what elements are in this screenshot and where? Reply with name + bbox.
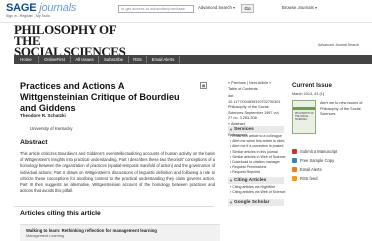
citing-article-source: Management Learning <box>26 234 64 238</box>
pdf-icon[interactable]: ▤ <box>200 82 207 89</box>
nav-all-issues[interactable]: All Issues <box>71 56 99 63</box>
nav-rss[interactable]: RSS <box>129 56 147 63</box>
google-scholar-heading[interactable]: ▼ Google Scholar <box>228 199 284 206</box>
citing-articles-section-heading[interactable]: ▼ Citing Articles <box>228 177 284 184</box>
nav-email-alerts[interactable]: Email Alerts <box>147 56 180 63</box>
main-nav: Home OnlineFirst All Issues Subscribe RS… <box>14 55 372 64</box>
chevron-down-icon: ▾ <box>233 5 236 10</box>
collapse-triangle-icon: ▼ <box>229 127 233 132</box>
services-list: ▪ Email this article to a colleague ▪ Al… <box>230 134 286 176</box>
journal-cover-image[interactable]: PHILOSOPHY OF THE SOCIAL SCIENCES <box>292 100 316 134</box>
rss-feed-link[interactable]: RSS feed <box>292 174 370 183</box>
advanced-search-label: Advanced Search <box>198 5 232 10</box>
nav-home[interactable]: Home <box>14 56 39 63</box>
nav-onlinefirst[interactable]: OnlineFirst <box>39 56 71 63</box>
services-heading-label: Services <box>234 127 254 132</box>
masthead-line-1: PHILOSOPHY OF THE <box>14 22 116 48</box>
search-go-button[interactable]: Go <box>241 4 254 13</box>
email-alerts-link[interactable]: Email Alerts <box>292 165 370 174</box>
author-affiliation: University of Kentucky <box>30 126 73 131</box>
email-icon <box>292 167 297 172</box>
services-heading[interactable]: ▼ Services <box>228 126 284 133</box>
citing-article-title[interactable]: Walking to learn: Rethinking reflection … <box>26 228 157 233</box>
citing-article-item[interactable]: Walking to learn: Rethinking reflection … <box>20 224 220 241</box>
collapse-triangle-icon: ▼ <box>229 178 233 183</box>
search-input[interactable]: to get access to subscribe/purchase <box>118 5 194 13</box>
browse-journals-label: Browse Journals <box>282 5 314 10</box>
top-bar: SAGE journals Sign in - Register - My To… <box>0 0 372 23</box>
abstract-text: This article criticizes Bourdieu's and G… <box>20 151 215 194</box>
free-sample-link[interactable]: Free Sample Copy <box>292 156 370 165</box>
current-issue-heading: Current Issue <box>292 82 332 89</box>
citing-articles-heading: Articles citing this article <box>20 210 101 217</box>
nav-subscribe[interactable]: Subscribe <box>99 56 129 63</box>
journal-links: Submit a Manuscript Free Sample Copy Ema… <box>292 147 370 183</box>
collapse-triangle-icon: ▼ <box>229 200 233 205</box>
rss-icon <box>292 176 297 181</box>
abstract-heading: Abstract <box>20 139 48 146</box>
article-title: Practices and Actions A Wittgensteinian … <box>20 81 180 113</box>
current-issue-date[interactable]: March 2013, 43 (1) <box>292 92 324 96</box>
submit-manuscript-link[interactable]: Submit a Manuscript <box>292 147 370 156</box>
account-links[interactable]: Sign in - Register - My Tools <box>6 14 50 18</box>
citing-heading-label: Citing Articles <box>234 178 267 183</box>
logo-main-text: SAGE <box>6 2 37 14</box>
advanced-journal-search-link[interactable]: Advanced Journal Search <box>318 43 359 47</box>
advanced-search-dropdown[interactable]: Advanced Search ▾ <box>198 5 235 10</box>
issue-alert-promo[interactable]: Alert me to new issues of Philosophy of … <box>320 101 370 118</box>
cover-band <box>293 107 315 110</box>
toc-link[interactable]: Table of Contents <box>228 87 283 93</box>
article-author[interactable]: Theodore R. Schatzki <box>20 113 66 118</box>
chevron-down-icon: ▾ <box>314 5 317 10</box>
divider <box>14 206 214 207</box>
citing-links-list: ▪ Citing articles via HighWire ▪ Citing … <box>230 185 286 195</box>
citation-text: Philosophy of the Social Sciences Septem… <box>228 105 280 120</box>
logo-sub-text: journals <box>39 2 77 14</box>
service-link[interactable]: ▪ Request Reprints <box>230 170 286 175</box>
doi-text: doi: 10.1177/004839319702700301 <box>228 94 281 104</box>
google-scholar-label: Google Scholar <box>234 200 270 205</box>
cover-title: PHILOSOPHY OF THE SOCIAL SCIENCES <box>295 113 314 121</box>
browse-journals-dropdown[interactable]: Browse Journals ▾ <box>282 5 317 10</box>
sage-journals-logo[interactable]: SAGE journals <box>6 2 76 14</box>
citing-link[interactable]: ▪ Citing articles via Web of Science <box>230 190 286 195</box>
journal-masthead[interactable]: PHILOSOPHY OF THE SOCIAL SCIENCES <box>14 22 142 58</box>
sample-copy-icon <box>292 158 297 163</box>
manuscript-icon <box>292 149 297 154</box>
